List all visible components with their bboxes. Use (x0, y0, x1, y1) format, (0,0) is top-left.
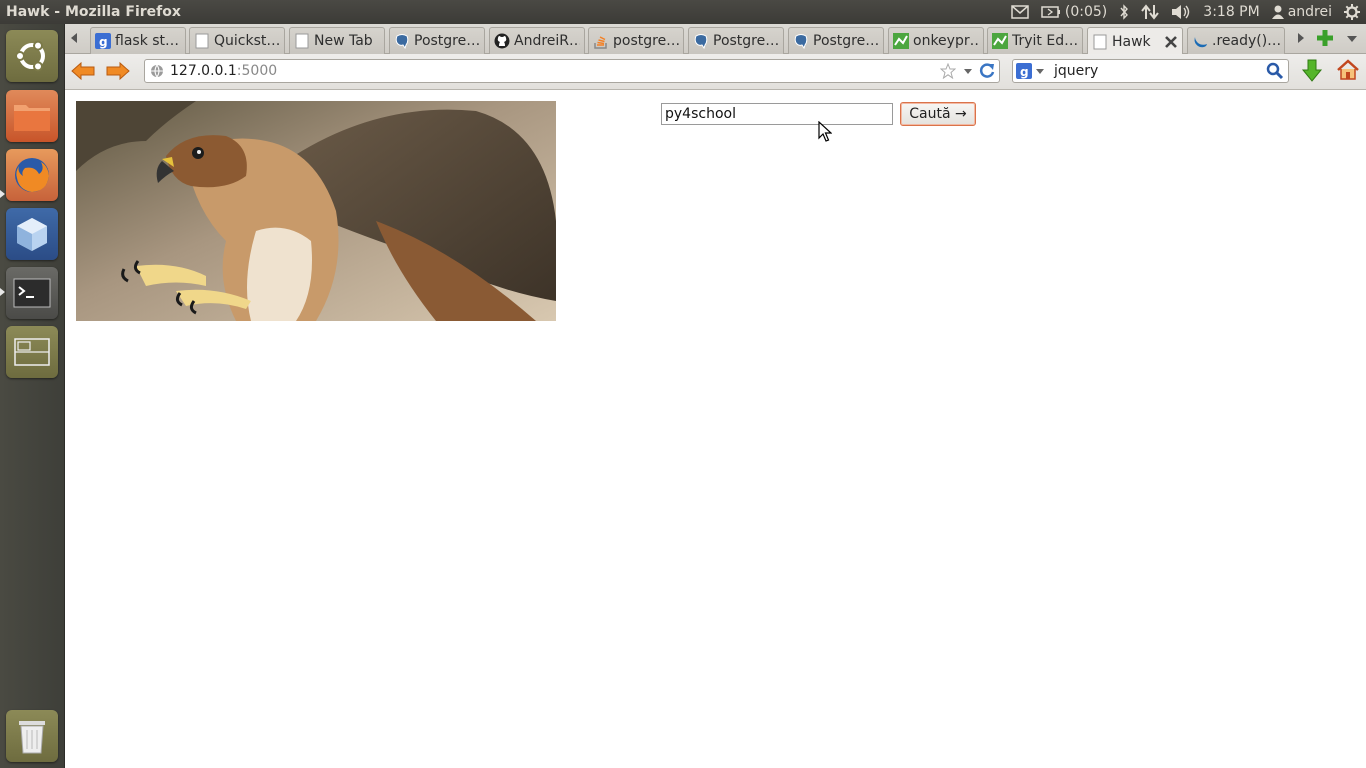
search-submit-button[interactable]: Caută → (900, 102, 976, 126)
page-icon (1092, 34, 1108, 50)
postgres-elephant-icon (793, 33, 809, 49)
chart-icon (893, 33, 909, 49)
page-icon (194, 33, 210, 49)
cube-icon (17, 218, 47, 251)
user-menu[interactable]: andrei (1266, 0, 1338, 24)
tab-label: Hawk (1112, 33, 1151, 50)
tab-label: postgre… (613, 33, 679, 49)
workspace-switcher-button[interactable] (6, 326, 58, 378)
trash-launcher-button[interactable] (6, 710, 58, 762)
tab-strip: g flask st… Quickst… New Tab Postgre… AndreiR… (65, 24, 1366, 55)
tab-5[interactable]: AndreiR… (489, 27, 585, 54)
search-bar-value: jquery (1054, 63, 1099, 79)
scroll-tabs-right-icon[interactable] (1298, 33, 1304, 43)
tab-4[interactable]: Postgre… (389, 27, 485, 54)
search-engine-google-icon[interactable]: g (1016, 63, 1044, 79)
tab-7[interactable]: Postgre… (688, 27, 784, 54)
tab-label: AndreiR… (514, 33, 580, 49)
page-icon (294, 33, 310, 49)
tab-12[interactable]: .ready()… (1187, 27, 1285, 54)
tab-8[interactable]: Postgre… (788, 27, 884, 54)
terminal-icon (13, 278, 51, 308)
url-bar[interactable]: 127.0.0.1:5000 (144, 59, 1000, 83)
scroll-tabs-left-icon[interactable] (71, 33, 77, 43)
list-all-tabs-icon[interactable] (1347, 36, 1357, 42)
home-icon[interactable] (1336, 58, 1360, 86)
search-bar[interactable]: g jquery (1012, 59, 1289, 83)
downloads-arrow-icon[interactable] (1301, 59, 1323, 87)
gear-icon[interactable] (1338, 0, 1366, 24)
window-title: Hawk - Mozilla Firefox (6, 4, 181, 20)
tab-1[interactable]: g flask st… (90, 27, 186, 54)
page-content: Caută → (66, 91, 1366, 768)
github-icon (494, 33, 510, 49)
virtualbox-launcher-button[interactable] (6, 208, 58, 260)
tab-label: Postgre… (813, 33, 879, 49)
tab-label: Quickst… (214, 33, 280, 49)
folder-icon (14, 105, 50, 131)
tab-3[interactable]: New Tab (289, 27, 385, 54)
chart-icon (992, 33, 1008, 49)
svg-text:g: g (1020, 65, 1029, 79)
tab-label: onkeypr… (913, 33, 979, 49)
top-panel: Hawk - Mozilla Firefox (0:05) 3:18 PM an… (0, 0, 1366, 24)
tab-label: .ready()… (1212, 33, 1280, 49)
tab-11[interactable]: Hawk (1087, 27, 1183, 55)
search-icon[interactable] (1266, 62, 1284, 80)
tab-9[interactable]: onkeypr… (888, 27, 984, 54)
svg-text:g: g (99, 35, 108, 49)
jquery-icon (1192, 33, 1208, 49)
url-host: 127.0.0.1 (170, 63, 237, 79)
tab-label: Tryit Ed… (1012, 33, 1078, 49)
navigation-toolbar: 127.0.0.1:5000 g jquery (65, 54, 1366, 90)
stackoverflow-icon (593, 33, 609, 49)
tab-label: flask st… (115, 33, 180, 49)
user-name: andrei (1287, 4, 1332, 20)
reload-icon[interactable] (978, 62, 996, 80)
tab-6[interactable]: postgre… (588, 27, 684, 54)
google-icon: g (95, 33, 111, 49)
files-launcher-button[interactable] (6, 90, 58, 142)
unity-launcher (0, 24, 65, 768)
mouse-pointer-icon (818, 120, 833, 147)
trash-icon (19, 721, 45, 754)
forward-arrow-icon[interactable] (105, 61, 131, 85)
tab-label: Postgre… (414, 33, 480, 49)
workspace-icon (14, 338, 50, 366)
firefox-icon (15, 158, 49, 192)
tab-label: Postgre… (713, 33, 779, 49)
terminal-launcher-button[interactable] (6, 267, 58, 319)
hawk-image (76, 101, 556, 321)
ubuntu-logo-icon (15, 40, 45, 72)
bookmark-star-icon[interactable] (940, 63, 956, 79)
tab-label: New Tab (314, 33, 373, 49)
bluetooth-icon[interactable] (1113, 0, 1135, 24)
tab-10[interactable]: Tryit Ed… (987, 27, 1083, 54)
site-identity-globe-icon[interactable] (150, 64, 164, 78)
search-input[interactable] (661, 103, 893, 125)
mail-icon[interactable] (1005, 0, 1035, 24)
tab-2[interactable]: Quickst… (189, 27, 285, 54)
network-icon[interactable] (1135, 0, 1165, 24)
url-port: :5000 (236, 63, 278, 79)
new-tab-plus-icon[interactable] (1316, 29, 1334, 51)
url-history-dropdown-icon[interactable] (964, 68, 972, 74)
back-arrow-icon[interactable] (70, 61, 96, 85)
postgres-elephant-icon (394, 33, 410, 49)
close-tab-icon[interactable] (1164, 35, 1178, 49)
ubuntu-dash-button[interactable] (6, 30, 58, 82)
battery-time: (0:05) (1064, 4, 1108, 20)
volume-icon[interactable] (1165, 0, 1197, 24)
clock[interactable]: 3:18 PM (1197, 0, 1265, 24)
firefox-launcher-button[interactable] (6, 149, 58, 201)
postgres-elephant-icon (693, 33, 709, 49)
battery-indicator[interactable]: (0:05) (1035, 0, 1113, 24)
